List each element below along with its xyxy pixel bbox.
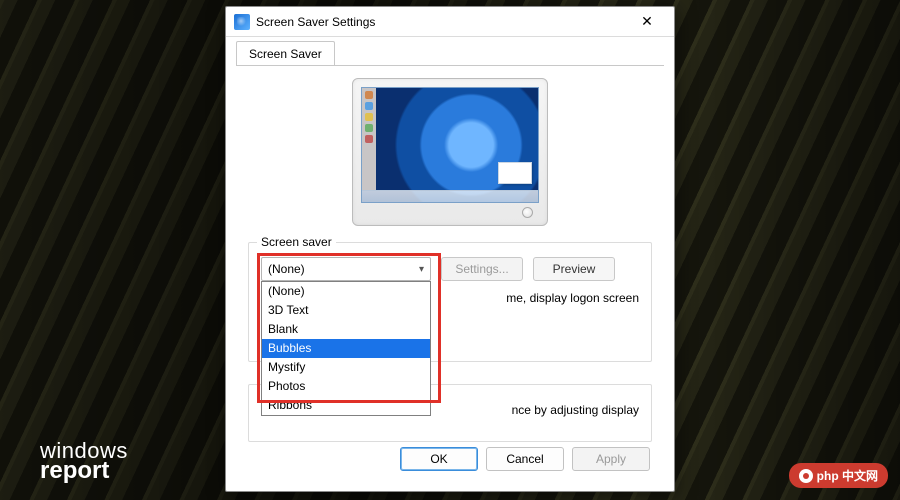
combobox-value: (None) — [268, 262, 305, 276]
screensaver-row: (None) ▾ Settings... Preview — [261, 257, 639, 281]
monitor-frame — [352, 78, 548, 226]
app-icon — [234, 14, 250, 30]
screen-saver-settings-dialog: Screen Saver Settings ✕ Screen Saver Scr… — [225, 6, 675, 492]
window-title: Screen Saver Settings — [256, 15, 375, 29]
tab-content: Screen saver (None) ▾ Settings... Previe… — [236, 65, 664, 481]
option-mystify[interactable]: Mystify — [262, 358, 430, 377]
cancel-button[interactable]: Cancel — [486, 447, 564, 471]
settings-button-label: Settings... — [455, 262, 508, 276]
cancel-button-label: Cancel — [506, 452, 543, 466]
option-bubbles[interactable]: Bubbles — [262, 339, 430, 358]
screensaver-dropdown-list[interactable]: (None) 3D Text Blank Bubbles Mystify Pho… — [261, 281, 431, 416]
preview-button[interactable]: Preview — [533, 257, 615, 281]
close-icon: ✕ — [641, 13, 653, 30]
watermark-line2: report — [40, 460, 128, 482]
tab-screen-saver[interactable]: Screen Saver — [236, 41, 335, 66]
preview-button-label: Preview — [553, 262, 596, 276]
chevron-down-icon: ▾ — [419, 264, 424, 275]
option-photos[interactable]: Photos — [262, 377, 430, 396]
php-logo-icon — [799, 469, 813, 483]
watermark-windowsreport: windows report — [40, 441, 128, 482]
group-screen-saver: Screen saver (None) ▾ Settings... Previe… — [248, 242, 652, 362]
screen-note-window — [498, 162, 532, 184]
option-none[interactable]: (None) — [262, 282, 430, 301]
tab-strip: Screen Saver — [226, 37, 674, 65]
screensaver-combobox[interactable]: (None) ▾ — [261, 257, 431, 281]
option-3dtext[interactable]: 3D Text — [262, 301, 430, 320]
screen-side-icons — [362, 88, 376, 190]
tab-label: Screen Saver — [249, 47, 322, 61]
group-legend: Screen saver — [257, 235, 336, 249]
watermark-php: php 中文网 — [789, 463, 888, 488]
ok-button[interactable]: OK — [400, 447, 478, 471]
screen-taskbar — [362, 190, 538, 202]
monitor-screen — [361, 87, 539, 203]
apply-button-label: Apply — [596, 452, 626, 466]
apply-button[interactable]: Apply — [572, 447, 650, 471]
option-blank[interactable]: Blank — [262, 320, 430, 339]
dialog-footer: OK Cancel Apply — [400, 447, 650, 471]
titlebar[interactable]: Screen Saver Settings ✕ — [226, 7, 674, 37]
close-button[interactable]: ✕ — [626, 8, 668, 36]
settings-button[interactable]: Settings... — [441, 257, 523, 281]
watermark-php-text: php 中文网 — [817, 467, 878, 484]
option-ribbons[interactable]: Ribbons — [262, 396, 430, 415]
monitor-preview-area — [248, 78, 652, 226]
ok-button-label: OK — [430, 452, 447, 466]
